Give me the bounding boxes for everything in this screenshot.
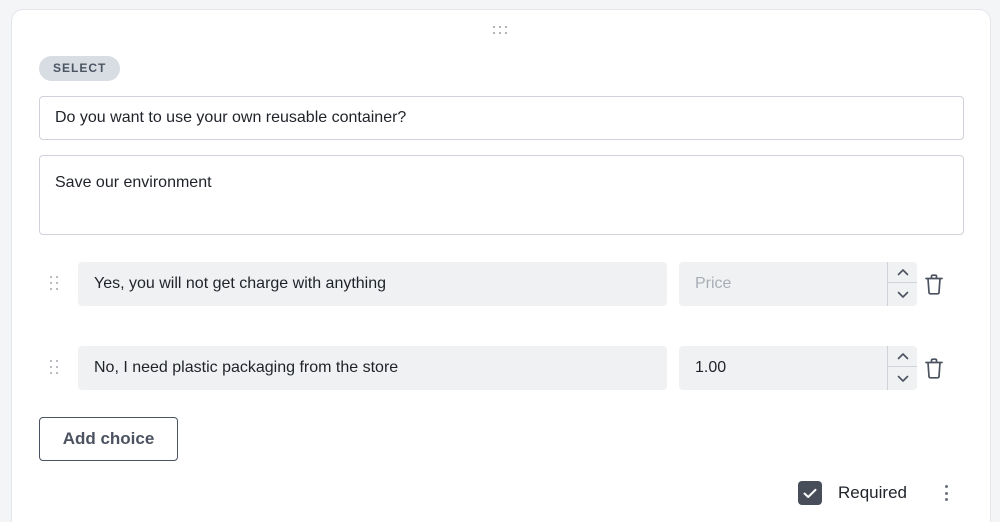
- required-toggle: Required: [798, 481, 907, 505]
- delete-choice-button[interactable]: [923, 273, 945, 295]
- block-type-badge: SELECT: [39, 56, 121, 81]
- price-increment-button[interactable]: [888, 346, 917, 367]
- price-stepper: [887, 262, 917, 306]
- description-input[interactable]: Save our environment: [39, 155, 964, 235]
- trash-icon: [925, 357, 943, 379]
- chevron-down-icon: [897, 375, 908, 382]
- check-icon: [803, 488, 817, 498]
- choice-label-input[interactable]: [78, 346, 667, 390]
- chevron-up-icon: [897, 353, 908, 360]
- required-label: Required: [838, 483, 907, 502]
- price-decrement-button[interactable]: [888, 284, 917, 305]
- choice-row: [0, 346, 1000, 390]
- question-input[interactable]: [39, 96, 964, 140]
- required-checkbox[interactable]: [798, 481, 822, 505]
- add-choice-button[interactable]: Add choice: [39, 417, 178, 461]
- choice-drag-handle-icon[interactable]: [50, 276, 60, 292]
- delete-choice-button[interactable]: [923, 357, 945, 379]
- choice-price-input[interactable]: [679, 346, 887, 390]
- choice-row: [0, 262, 1000, 306]
- price-stepper: [887, 346, 917, 390]
- choice-price-input[interactable]: [679, 262, 887, 306]
- chevron-down-icon: [897, 291, 908, 298]
- price-decrement-button[interactable]: [888, 368, 917, 389]
- choice-drag-handle-icon[interactable]: [50, 360, 60, 376]
- chevron-up-icon: [897, 269, 908, 276]
- trash-icon: [925, 273, 943, 295]
- block-drag-handle-icon[interactable]: [493, 26, 511, 38]
- choice-label-input[interactable]: [78, 262, 667, 306]
- more-options-icon[interactable]: [938, 482, 954, 504]
- price-increment-button[interactable]: [888, 262, 917, 283]
